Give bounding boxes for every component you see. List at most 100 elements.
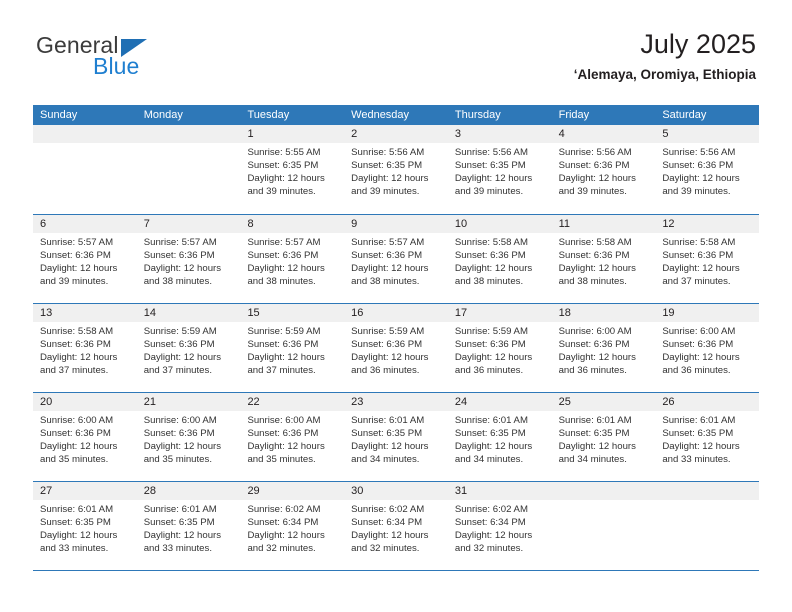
page-header: General Blue July 2025 ‘Alemaya, Oromiya… xyxy=(0,0,792,104)
day-cell[interactable]: 16 Sunrise: 5:59 AM Sunset: 6:36 PM Dayligh… xyxy=(344,304,448,392)
day-cell[interactable]: 18 Sunrise: 6:00 AM Sunset: 6:36 PM Dayligh… xyxy=(551,304,656,392)
daylight-text-line1: Daylight: 12 hours xyxy=(454,263,533,275)
daylight-text-line1: Daylight: 12 hours xyxy=(143,352,222,364)
day-cell-empty xyxy=(551,482,656,570)
day-cell[interactable]: 3 Sunrise: 5:56 AM Sunset: 6:35 PM Daylight… xyxy=(447,125,552,214)
daylight-text-line1: Daylight: 12 hours xyxy=(662,441,740,453)
day-cell[interactable]: 28 Sunrise: 6:01 AM Sunset: 6:35 PM Dayligh… xyxy=(136,482,241,570)
daylight-text-line1: Daylight: 12 hours xyxy=(143,441,222,453)
daylight-text-line1: Daylight: 12 hours xyxy=(351,530,429,542)
general-blue-logo[interactable]: General Blue xyxy=(36,32,256,84)
daylight-text-line2: and 38 minutes. xyxy=(351,276,420,288)
day-cell[interactable]: 26 Sunrise: 6:01 AM Sunset: 6:35 PM Dayligh… xyxy=(655,393,760,481)
daylight-text-line2: and 34 minutes. xyxy=(558,454,627,466)
sunrise-text: Sunrise: 5:59 AM xyxy=(247,326,321,337)
daylight-text-line2: and 35 minutes. xyxy=(143,454,212,466)
day-cell[interactable]: 10 Sunrise: 5:58 AM Sunset: 6:36 PM Dayligh… xyxy=(447,215,552,303)
daylight-text-line2: and 39 minutes. xyxy=(351,186,420,198)
calendar-grid: Sunday Monday Tuesday Wednesday Thursday… xyxy=(33,105,760,571)
daylight-text-line1: Daylight: 12 hours xyxy=(143,530,222,542)
daylight-text-line1: Daylight: 12 hours xyxy=(40,441,118,453)
daylight-text-line2: and 36 minutes. xyxy=(454,365,524,377)
daylight-text-line1: Daylight: 12 hours xyxy=(143,263,222,275)
daylight-text-line1: Daylight: 12 hours xyxy=(454,173,533,185)
sunrise-text: Sunrise: 6:00 AM xyxy=(558,326,632,337)
day-number: 11 xyxy=(551,215,656,233)
day-cell[interactable]: 24 Sunrise: 6:01 AM Sunset: 6:35 PM Dayligh… xyxy=(447,393,552,481)
daylight-text-line1: Daylight: 12 hours xyxy=(558,263,636,275)
sunset-text: Sunset: 6:36 PM xyxy=(454,339,526,351)
day-number xyxy=(33,125,137,143)
day-details: Sunrise: 6:01 AM Sunset: 6:35 PM Daylight:… xyxy=(448,411,552,466)
day-details: Sunrise: 6:00 AM Sunset: 6:36 PM Daylight:… xyxy=(137,411,241,466)
day-cell[interactable]: 31 Sunrise: 6:02 AM Sunset: 6:34 PM Dayligh… xyxy=(447,482,552,570)
day-cell[interactable]: 1 Sunrise: 5:55 AM Sunset: 6:35 PM Daylight… xyxy=(240,125,345,214)
day-cell[interactable]: 15 Sunrise: 5:59 AM Sunset: 6:36 PM Dayligh… xyxy=(240,304,345,392)
daylight-text-line1: Daylight: 12 hours xyxy=(662,352,740,364)
daylight-text-line2: and 34 minutes. xyxy=(454,454,524,466)
sunrise-text: Sunrise: 5:59 AM xyxy=(454,326,528,337)
sunset-text: Sunset: 6:35 PM xyxy=(247,160,319,172)
day-number: 5 xyxy=(655,125,760,143)
daylight-text-line1: Daylight: 12 hours xyxy=(247,441,325,453)
day-cell[interactable]: 29 Sunrise: 6:02 AM Sunset: 6:34 PM Dayligh… xyxy=(240,482,345,570)
day-details: Sunrise: 6:01 AM Sunset: 6:35 PM Daylight:… xyxy=(552,411,656,466)
sunrise-text: Sunrise: 6:01 AM xyxy=(40,504,114,515)
daylight-text-line2: and 35 minutes. xyxy=(247,454,316,466)
sunset-text: Sunset: 6:36 PM xyxy=(40,428,111,440)
location-subtitle: ‘Alemaya, Oromiya, Ethiopia xyxy=(573,67,756,82)
daylight-text-line2: and 37 minutes. xyxy=(143,365,212,377)
sunset-text: Sunset: 6:36 PM xyxy=(40,250,111,262)
day-cell[interactable]: 17 Sunrise: 5:59 AM Sunset: 6:36 PM Dayligh… xyxy=(447,304,552,392)
day-cell[interactable]: 21 Sunrise: 6:00 AM Sunset: 6:36 PM Dayligh… xyxy=(136,393,241,481)
day-cell[interactable]: 9 Sunrise: 5:57 AM Sunset: 6:36 PM Daylight… xyxy=(344,215,448,303)
calendar-bottom-rule xyxy=(33,570,759,571)
day-cell[interactable]: 14 Sunrise: 5:59 AM Sunset: 6:36 PM Dayligh… xyxy=(136,304,241,392)
calendar-page: General Blue July 2025 ‘Alemaya, Oromiya… xyxy=(0,0,792,612)
sunset-text: Sunset: 6:35 PM xyxy=(143,517,215,529)
day-cell[interactable]: 2 Sunrise: 5:56 AM Sunset: 6:35 PM Daylight… xyxy=(344,125,448,214)
sunrise-text: Sunrise: 5:55 AM xyxy=(247,147,321,158)
sunrise-text: Sunrise: 6:00 AM xyxy=(662,326,736,337)
day-number: 4 xyxy=(551,125,656,143)
sunrise-text: Sunrise: 6:01 AM xyxy=(351,415,425,426)
day-number: 22 xyxy=(240,393,345,411)
sunset-text: Sunset: 6:36 PM xyxy=(247,428,319,440)
day-details: Sunrise: 5:57 AM Sunset: 6:36 PM Daylight:… xyxy=(344,233,448,288)
daylight-text-line2: and 38 minutes. xyxy=(558,276,627,288)
day-cell[interactable]: 22 Sunrise: 6:00 AM Sunset: 6:36 PM Dayligh… xyxy=(240,393,345,481)
day-cell[interactable]: 12 Sunrise: 5:58 AM Sunset: 6:36 PM Dayligh… xyxy=(655,215,760,303)
day-cell[interactable]: 5 Sunrise: 5:56 AM Sunset: 6:36 PM Daylight… xyxy=(655,125,760,214)
daylight-text-line2: and 33 minutes. xyxy=(143,543,212,555)
day-cell[interactable]: 8 Sunrise: 5:57 AM Sunset: 6:36 PM Daylight… xyxy=(240,215,345,303)
day-cell[interactable]: 6 Sunrise: 5:57 AM Sunset: 6:36 PM Daylight… xyxy=(33,215,137,303)
day-number xyxy=(551,482,656,500)
day-cell[interactable]: 25 Sunrise: 6:01 AM Sunset: 6:35 PM Dayligh… xyxy=(551,393,656,481)
day-cell[interactable]: 19 Sunrise: 6:00 AM Sunset: 6:36 PM Dayligh… xyxy=(655,304,760,392)
day-details: Sunrise: 5:56 AM Sunset: 6:35 PM Daylight:… xyxy=(344,143,448,198)
day-cell[interactable]: 23 Sunrise: 6:01 AM Sunset: 6:35 PM Dayligh… xyxy=(344,393,448,481)
day-cell[interactable]: 11 Sunrise: 5:58 AM Sunset: 6:36 PM Dayligh… xyxy=(551,215,656,303)
daylight-text-line2: and 35 minutes. xyxy=(40,454,109,466)
daylight-text-line1: Daylight: 12 hours xyxy=(558,441,636,453)
day-details: Sunrise: 6:00 AM Sunset: 6:36 PM Daylight:… xyxy=(240,411,344,466)
day-number: 24 xyxy=(447,393,552,411)
day-cell[interactable]: 13 Sunrise: 5:58 AM Sunset: 6:36 PM Dayligh… xyxy=(33,304,137,392)
daylight-text-line2: and 39 minutes. xyxy=(558,186,627,198)
day-cell[interactable]: 7 Sunrise: 5:57 AM Sunset: 6:36 PM Daylight… xyxy=(136,215,241,303)
day-cell[interactable]: 4 Sunrise: 5:56 AM Sunset: 6:36 PM Daylight… xyxy=(551,125,656,214)
day-details: Sunrise: 6:00 AM Sunset: 6:36 PM Daylight:… xyxy=(552,322,656,377)
weekday-sunday: Sunday xyxy=(40,109,78,121)
daylight-text-line2: and 38 minutes. xyxy=(143,276,212,288)
day-cell[interactable]: 20 Sunrise: 6:00 AM Sunset: 6:36 PM Dayligh… xyxy=(33,393,137,481)
day-cell[interactable]: 27 Sunrise: 6:01 AM Sunset: 6:35 PM Dayligh… xyxy=(33,482,137,570)
sunrise-text: Sunrise: 5:56 AM xyxy=(558,147,632,158)
day-cell[interactable]: 30 Sunrise: 6:02 AM Sunset: 6:34 PM Dayligh… xyxy=(344,482,448,570)
sunset-text: Sunset: 6:36 PM xyxy=(454,250,526,262)
sunrise-text: Sunrise: 5:58 AM xyxy=(558,237,632,248)
day-number: 18 xyxy=(551,304,656,322)
sunset-text: Sunset: 6:36 PM xyxy=(143,250,215,262)
day-details xyxy=(655,500,759,503)
sunset-text: Sunset: 6:36 PM xyxy=(662,339,734,351)
daylight-text-line2: and 37 minutes. xyxy=(40,365,109,377)
